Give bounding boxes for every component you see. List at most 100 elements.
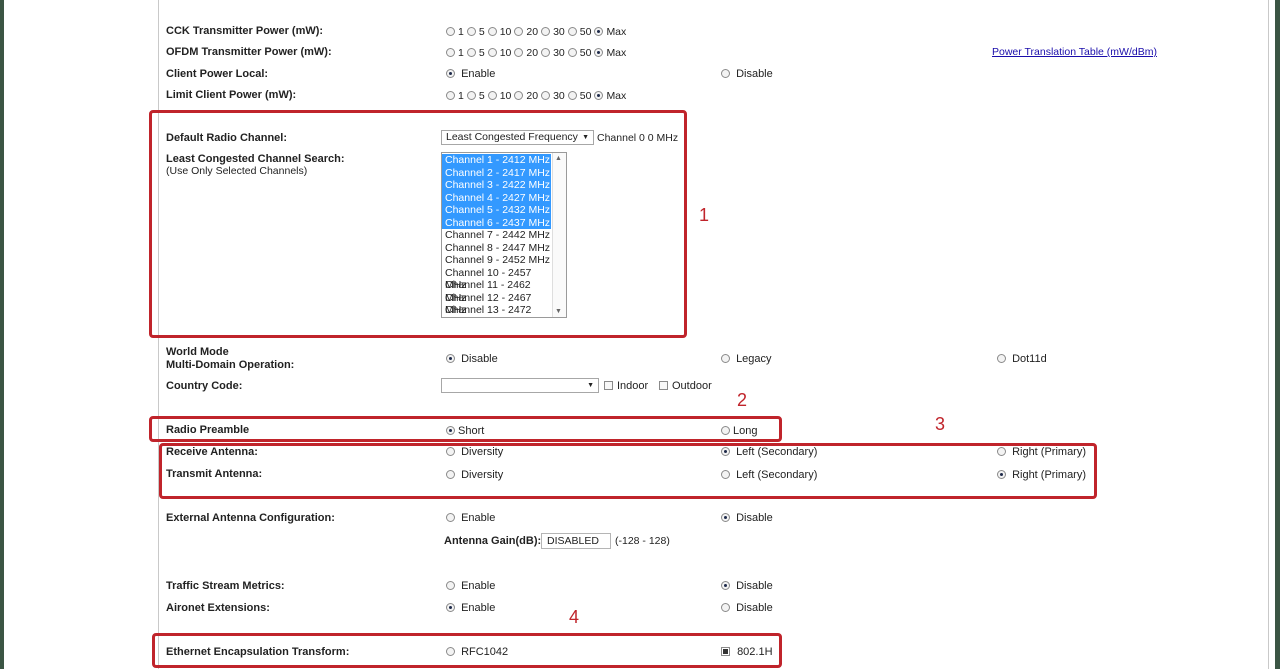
default-radio-channel-select[interactable]: Least Congested Frequency ▼ <box>441 130 594 145</box>
channel-list-item[interactable]: Channel 5 - 2432 MHz <box>442 204 551 217</box>
indoor-checkbox[interactable]: Indoor <box>604 380 648 392</box>
power-option-5[interactable]: 5 <box>466 47 485 59</box>
power-option-50[interactable]: 50 <box>567 90 591 102</box>
channel-list-item[interactable]: Channel 10 - 2457 MHz <box>442 267 551 292</box>
radio-icon[interactable] <box>721 603 730 612</box>
country-code-select[interactable]: ▼ <box>441 378 599 393</box>
power-option-1[interactable]: 1 <box>446 90 464 102</box>
power-option-20[interactable]: 20 <box>514 26 538 38</box>
checkbox-icon[interactable] <box>659 381 668 390</box>
radio-icon[interactable] <box>466 48 476 57</box>
power-option-50[interactable]: 50 <box>567 47 591 59</box>
channel-list-item[interactable]: Channel 7 - 2442 MHz <box>442 229 551 242</box>
radio-icon[interactable] <box>567 48 577 57</box>
receive-antenna-diversity[interactable]: Diversity <box>446 446 503 458</box>
radio-icon[interactable] <box>997 470 1006 479</box>
radio-icon[interactable] <box>514 48 524 57</box>
listbox-scrollbar[interactable]: ▲ ▼ <box>552 153 566 317</box>
radio-icon[interactable] <box>541 48 551 57</box>
traffic-stream-disable[interactable]: Disable <box>721 580 773 592</box>
radio-icon[interactable] <box>721 354 730 363</box>
radio-icon[interactable] <box>541 91 551 100</box>
power-option-30[interactable]: 30 <box>541 90 565 102</box>
radio-icon[interactable] <box>446 69 455 78</box>
power-option-5[interactable]: 5 <box>466 26 485 38</box>
channel-list-item[interactable]: Channel 2 - 2417 MHz <box>442 166 551 179</box>
radio-icon[interactable] <box>594 91 604 100</box>
radio-icon[interactable] <box>567 27 577 36</box>
ethernet-rfc1042[interactable]: RFC1042 <box>446 646 508 658</box>
radio-icon[interactable] <box>541 27 551 36</box>
radio-icon[interactable] <box>446 447 455 456</box>
power-option-max[interactable]: Max <box>594 47 626 59</box>
channel-listbox[interactable]: Channel 1 - 2412 MHz Channel 2 - 2417 MHz… <box>441 152 567 318</box>
radio-icon[interactable] <box>487 48 497 57</box>
scroll-up-icon[interactable]: ▲ <box>555 155 562 162</box>
scroll-down-icon[interactable]: ▼ <box>555 308 562 315</box>
receive-antenna-right[interactable]: Right (Primary) <box>997 446 1086 458</box>
radio-icon[interactable] <box>446 48 455 57</box>
radio-icon[interactable] <box>446 27 455 36</box>
power-option-1[interactable]: 1 <box>446 47 464 59</box>
channel-list-item[interactable]: Channel 13 - 2472 MHz <box>442 304 551 317</box>
power-option-5[interactable]: 5 <box>466 90 485 102</box>
transmit-antenna-diversity[interactable]: Diversity <box>446 469 503 481</box>
aironet-disable[interactable]: Disable <box>721 602 773 614</box>
radio-icon[interactable] <box>446 603 455 612</box>
radio-icon[interactable] <box>514 27 524 36</box>
channel-list-item[interactable]: Channel 1 - 2412 MHz <box>442 154 551 167</box>
radio-icon[interactable] <box>446 647 455 656</box>
world-mode-disable[interactable]: Disable <box>446 353 498 365</box>
radio-icon[interactable] <box>446 513 455 522</box>
power-option-10[interactable]: 10 <box>487 26 511 38</box>
radio-icon[interactable] <box>997 354 1006 363</box>
power-option-10[interactable]: 10 <box>487 47 511 59</box>
radio-icon[interactable] <box>721 69 730 78</box>
power-option-1[interactable]: 1 <box>446 26 464 38</box>
aironet-enable[interactable]: Enable <box>446 602 495 614</box>
radio-icon[interactable] <box>721 647 730 656</box>
outdoor-checkbox[interactable]: Outdoor <box>659 380 712 392</box>
radio-icon[interactable] <box>721 447 730 456</box>
antenna-gain-input[interactable]: DISABLED <box>541 533 611 549</box>
power-option-50[interactable]: 50 <box>567 26 591 38</box>
power-option-20[interactable]: 20 <box>514 47 538 59</box>
external-antenna-disable[interactable]: Disable <box>721 512 773 524</box>
radio-icon[interactable] <box>446 426 455 435</box>
radio-icon[interactable] <box>997 447 1006 456</box>
preamble-short[interactable]: Short <box>446 425 484 437</box>
checkbox-icon[interactable] <box>604 381 613 390</box>
world-mode-legacy[interactable]: Legacy <box>721 353 772 365</box>
power-option-max[interactable]: Max <box>594 90 626 102</box>
power-option-20[interactable]: 20 <box>514 90 538 102</box>
radio-icon[interactable] <box>446 470 455 479</box>
radio-icon[interactable] <box>446 354 455 363</box>
radio-icon[interactable] <box>466 27 476 36</box>
radio-icon[interactable] <box>721 513 730 522</box>
client-power-local-disable[interactable]: Disable <box>721 68 773 80</box>
radio-icon[interactable] <box>567 91 577 100</box>
power-option-30[interactable]: 30 <box>541 47 565 59</box>
client-power-local-enable[interactable]: Enable <box>446 68 495 80</box>
power-option-max[interactable]: Max <box>594 26 626 38</box>
radio-icon[interactable] <box>721 581 730 590</box>
preamble-long[interactable]: Long <box>721 425 757 437</box>
channel-list-item[interactable]: Channel 9 - 2452 MHz <box>442 254 551 267</box>
radio-icon[interactable] <box>514 91 524 100</box>
channel-list-item[interactable]: Channel 8 - 2447 MHz <box>442 242 551 255</box>
radio-icon[interactable] <box>446 581 455 590</box>
channel-list-item[interactable]: Channel 12 - 2467 MHz <box>442 292 551 317</box>
power-option-10[interactable]: 10 <box>487 90 511 102</box>
traffic-stream-enable[interactable]: Enable <box>446 580 495 592</box>
channel-list-item[interactable]: Channel 3 - 2422 MHz <box>442 179 551 192</box>
channel-list-item[interactable]: Channel 11 - 2462 MHz <box>442 279 551 304</box>
external-antenna-enable[interactable]: Enable <box>446 512 495 524</box>
radio-icon[interactable] <box>487 27 497 36</box>
radio-icon[interactable] <box>594 27 604 36</box>
receive-antenna-left[interactable]: Left (Secondary) <box>721 446 817 458</box>
world-mode-dot11d[interactable]: Dot11d <box>997 353 1047 365</box>
power-option-30[interactable]: 30 <box>541 26 565 38</box>
channel-list-item[interactable]: Channel 6 - 2437 MHz <box>442 216 551 229</box>
radio-icon[interactable] <box>721 426 730 435</box>
channel-list-item[interactable]: Channel 4 - 2427 MHz <box>442 191 551 204</box>
